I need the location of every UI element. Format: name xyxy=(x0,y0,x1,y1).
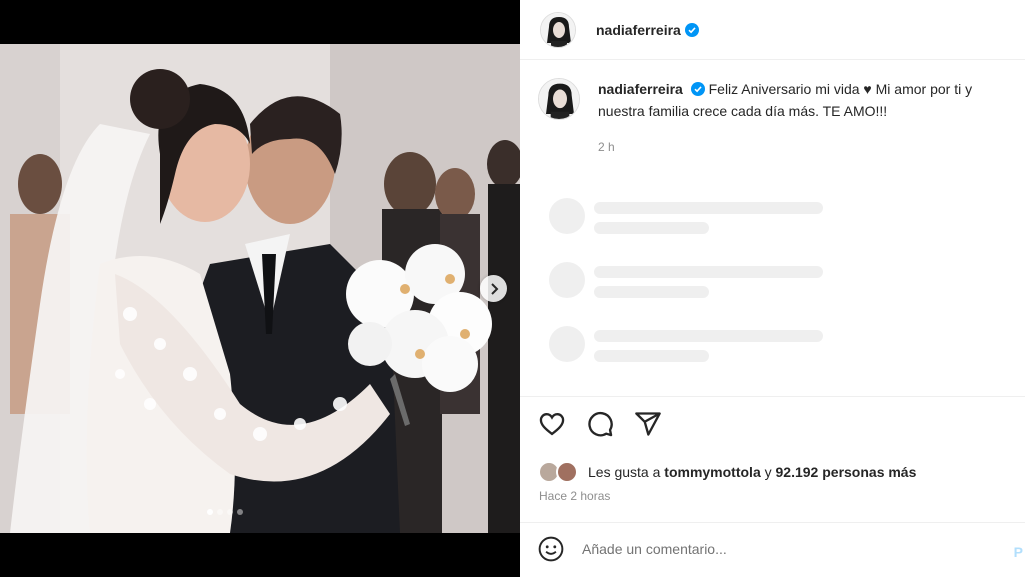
instagram-post-view: nadiaferreira nadiaferreira Feliz Aniver… xyxy=(0,0,1025,577)
carousel-dot xyxy=(237,509,243,515)
carousel-indicator xyxy=(207,509,243,515)
post-timestamp[interactable]: Hace 2 horas xyxy=(539,489,610,503)
chevron-right-icon xyxy=(490,282,498,295)
likes-connector: y xyxy=(764,464,772,480)
post-caption: nadiaferreira Feliz Aniversario mi vida … xyxy=(520,78,1025,158)
caption-username[interactable]: nadiaferreira xyxy=(598,81,683,97)
comment-icon[interactable] xyxy=(586,410,614,438)
likes-text: Les gusta a tommymottola y 92.192 person… xyxy=(588,464,916,480)
header-username[interactable]: nadiaferreira xyxy=(596,22,681,38)
media-pane xyxy=(0,0,520,577)
carousel-dot xyxy=(207,509,213,515)
post-header: nadiaferreira xyxy=(520,0,1025,60)
verified-badge-icon xyxy=(690,82,705,96)
heart-icon[interactable] xyxy=(538,410,566,438)
comment-input[interactable] xyxy=(582,541,982,557)
emoji-icon[interactable] xyxy=(538,536,564,562)
verified-badge-icon xyxy=(684,22,699,37)
post-actions xyxy=(538,410,662,438)
avatar[interactable] xyxy=(540,11,576,48)
carousel-dot xyxy=(227,509,233,515)
likes-count[interactable]: 92.192 personas más xyxy=(776,464,917,480)
carousel-next-button[interactable] xyxy=(480,275,507,302)
post-photo[interactable] xyxy=(0,44,520,533)
avatar xyxy=(556,461,578,483)
caption-body: nadiaferreira Feliz Aniversario mi vida … xyxy=(598,78,1018,158)
post-side-panel: nadiaferreira nadiaferreira Feliz Aniver… xyxy=(520,0,1025,577)
divider xyxy=(520,396,1025,397)
send-icon[interactable] xyxy=(634,410,662,438)
likes-summary[interactable]: Les gusta a tommymottola y 92.192 person… xyxy=(538,461,916,483)
caption-time[interactable]: 2 h xyxy=(598,136,1018,158)
post-comment-button[interactable]: P xyxy=(1014,544,1023,560)
divider xyxy=(520,522,1025,523)
avatar[interactable] xyxy=(538,78,580,120)
comment-bar: P xyxy=(538,536,1025,562)
likes-prefix: Les gusta a xyxy=(588,464,661,480)
likes-user[interactable]: tommymottola xyxy=(664,464,760,480)
carousel-dot xyxy=(217,509,223,515)
liker-avatars xyxy=(538,461,582,483)
